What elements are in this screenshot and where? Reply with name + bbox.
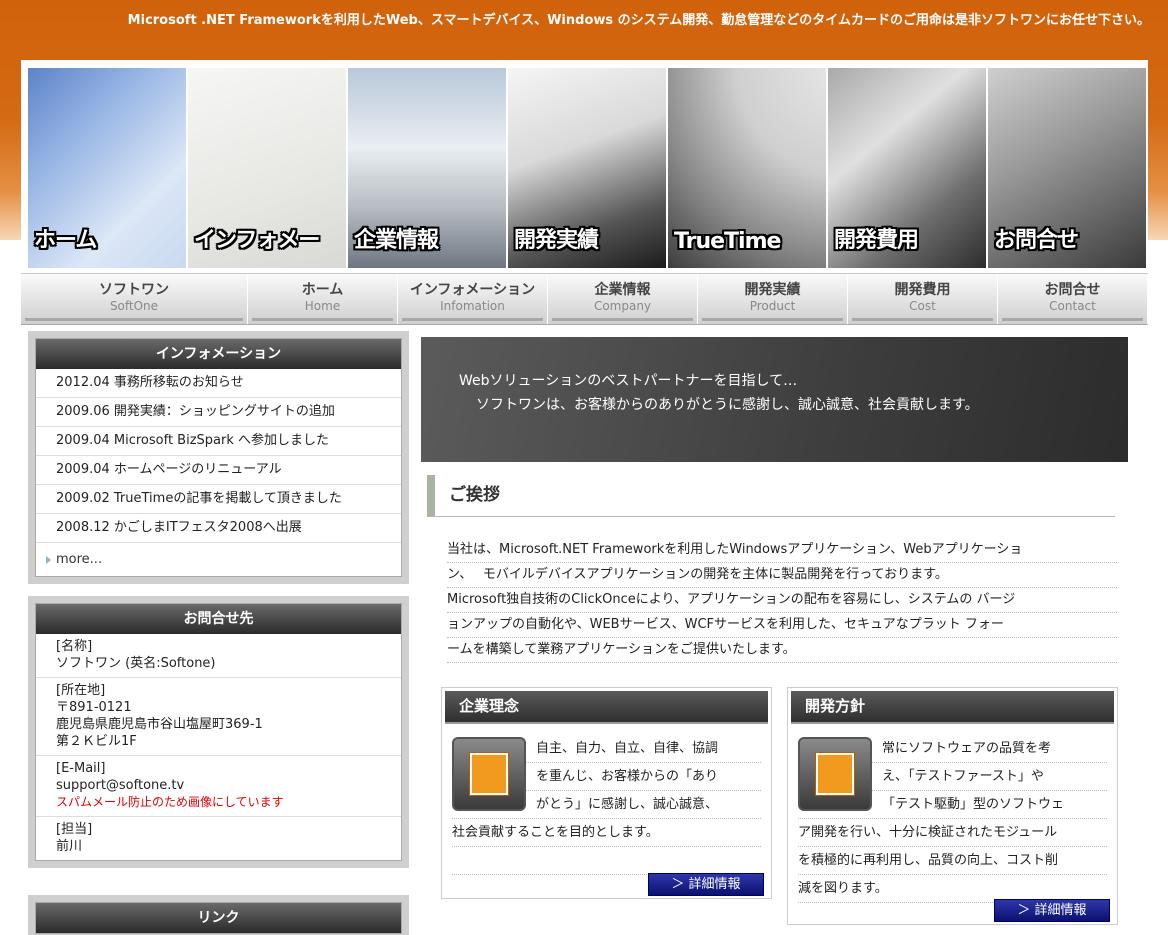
info-list-item[interactable]: 2009.04 ホームページのリニューアル (36, 456, 401, 485)
nav-sublabel: Contact (1049, 299, 1096, 313)
nav-item-home[interactable]: ホーム Home (248, 274, 398, 324)
banner-product[interactable]: 開発実績 (508, 68, 666, 268)
philosophy-detail-button[interactable]: ＞ 詳細情報 (648, 873, 764, 896)
house-icon (452, 737, 526, 811)
contact-person-value: 前川 (56, 839, 83, 854)
banner-home[interactable]: ホーム (28, 68, 186, 268)
house-icon-glyph (470, 753, 508, 795)
nav-sublabel: Company (593, 299, 652, 313)
card-line: を積極的に再利用し、品質の向上、コスト削 (798, 847, 1107, 875)
policy-card: 開発方針 常にソフトウェアの品質を考 え、「テストファースト」や 「テスト駆動」… (787, 687, 1118, 925)
nav-sublabel: Product (749, 299, 796, 313)
site-tagline: Microsoft .NET Frameworkを利用したWeb、スマートデバイ… (127, 13, 1150, 28)
document-icon (798, 737, 872, 811)
contact-address-line1: 鹿児島県鹿児島市谷山塩屋町369-1 (56, 717, 263, 732)
nav-item-product[interactable]: 開発実績 Product (698, 274, 848, 324)
nav-item-contact[interactable]: お問合せ Contact (998, 274, 1148, 324)
policy-detail-button[interactable]: ＞ 詳細情報 (994, 899, 1110, 922)
more-link[interactable]: more... (36, 543, 401, 576)
contact-email-label: [E-Mail] (56, 761, 106, 776)
policy-card-body: 常にソフトウェアの品質を考 え、「テストファースト」や 「テスト駆動」型のソフト… (788, 727, 1117, 903)
banner-truetime[interactable]: TrueTime (668, 68, 826, 268)
banner-cost[interactable]: 開発費用 (828, 68, 986, 268)
contact-name-label: [名称] (56, 639, 93, 654)
nav-label: 開発実績 (744, 282, 801, 298)
contact-person: [担当] 前川 (36, 817, 401, 860)
contact-email-image: support@softone.tv (56, 778, 185, 793)
nav-label: 企業情報 (594, 282, 651, 298)
info-list-item[interactable]: 2009.02 TrueTimeの記事を掲載して頂きました (36, 485, 401, 514)
contact-person-label: [担当] (56, 822, 93, 837)
contact-name: [名称] ソフトワン (英名:Softone) (36, 634, 401, 678)
contact-email: [E-Mail] support@softone.tv スパムメール防止のため画… (36, 756, 401, 817)
links-box: リンク (28, 895, 409, 935)
banner-label: 開発実績 (514, 228, 599, 253)
nav-label: お問合せ (1044, 282, 1101, 298)
card-line: ア開発を行い、十分に検証されたモジュール (798, 819, 1107, 847)
nav-sublabel: Cost (909, 299, 936, 313)
nav-item-cost[interactable]: 開発費用 Cost (848, 274, 998, 324)
banner-contact[interactable]: お問合せ (988, 68, 1146, 268)
greeting-line: ン、 モバイルデバイスアプリケーションの開発を主体に製品開発を行っております。 (447, 563, 1117, 588)
greeting-line: Microsoft独自技術のClickOnceにより、アプリケーションの配布を容… (447, 588, 1117, 613)
contact-box-inner: お問合せ先 [名称] ソフトワン (英名:Softone) [所在地] 〒891… (35, 603, 402, 861)
links-box-inner: リンク (35, 902, 402, 934)
image-banner: ホーム インフォメー 企業情報 開発実績 TrueTime 開発費用 お問合せ (28, 68, 1146, 268)
contact-box-title: お問合せ先 (36, 604, 401, 634)
nav-sublabel: Infomation (440, 299, 505, 313)
contact-zip: 〒891-0121 (56, 700, 132, 715)
contact-address-label: [所在地] (56, 683, 106, 698)
nav-item-company[interactable]: 企業情報 Company (548, 274, 698, 324)
banner-label: インフォメー (194, 228, 320, 253)
nav-label: ホーム (301, 282, 344, 298)
nav-sublabel: Home (304, 299, 341, 313)
banner-label: 開発費用 (834, 228, 919, 253)
nav-sublabel: SoftOne (109, 299, 159, 313)
contact-name-value: ソフトワン (英名:Softone) (56, 656, 216, 671)
banner-label: TrueTime (674, 229, 781, 254)
info-box-inner: インフォメーション 2012.04 事務所移転のお知らせ 2009.06 開発実… (35, 338, 402, 577)
nav-item-softone[interactable]: ソフトワン SoftOne (21, 274, 248, 324)
main-nav: ソフトワン SoftOne ホーム Home インフォメーション Infomat… (21, 273, 1148, 325)
greeting-text: 当社は、Microsoft.NET Frameworkを利用したWindowsア… (447, 538, 1117, 663)
hero-line-1: Webソリューションのベストパートナーを目指して… (459, 373, 798, 389)
banner-label: 企業情報 (354, 228, 439, 253)
nav-label: 開発費用 (894, 282, 951, 298)
policy-card-title: 開発方針 (791, 691, 1114, 724)
links-box-title: リンク (36, 903, 401, 933)
document-icon-glyph (816, 753, 854, 795)
nav-label: ソフトワン (99, 282, 169, 298)
info-box-title: インフォメーション (36, 339, 401, 369)
hero-line-2: ソフトワンは、お客様からのありがとうに感謝し、誠心誠意、社会貢献します。 (476, 397, 979, 413)
spam-note: スパムメール防止のため画像にしています (56, 795, 284, 809)
contact-address-line2: 第２Ｋビル1F (56, 734, 137, 749)
greeting-line: ョンアップの自動化や、WEBサービス、WCFサービスを利用した、セキュアなプラッ… (447, 613, 1117, 638)
info-list-item[interactable]: 2009.06 開発実績：ショッピングサイトの追加 (36, 398, 401, 427)
contact-address: [所在地] 〒891-0121 鹿児島県鹿児島市谷山塩屋町369-1 第２Ｋビル… (36, 678, 401, 756)
banner-info[interactable]: インフォメー (188, 68, 346, 268)
card-line-empty (452, 847, 761, 875)
info-list-item[interactable]: 2009.04 Microsoft BizSpark へ参加しました (36, 427, 401, 456)
nav-label: インフォメーション (409, 282, 536, 298)
nav-item-information[interactable]: インフォメーション Infomation (398, 274, 548, 324)
greeting-line: 当社は、Microsoft.NET Frameworkを利用したWindowsア… (447, 538, 1117, 563)
info-box: インフォメーション 2012.04 事務所移転のお知らせ 2009.06 開発実… (28, 331, 409, 584)
page-container: ホーム インフォメー 企業情報 開発実績 TrueTime 開発費用 お問合せ … (21, 60, 1148, 935)
hero-banner: Webソリューションのベストパートナーを目指して… ソフトワンは、お客様からのあ… (421, 337, 1128, 462)
contact-box: お問合せ先 [名称] ソフトワン (英名:Softone) [所在地] 〒891… (28, 596, 409, 868)
philosophy-card: 企業理念 自主、自力、自立、自律、協調 を重んじ、お客様からの「あり がとう」に… (441, 687, 772, 899)
banner-label: お問合せ (994, 228, 1079, 253)
banner-label: ホーム (34, 228, 97, 253)
banner-company[interactable]: 企業情報 (348, 68, 506, 268)
info-list-item[interactable]: 2008.12 かごしまITフェスタ2008へ出展 (36, 514, 401, 543)
card-line: 社会貢献することを目的とします。 (452, 819, 761, 847)
philosophy-card-body: 自主、自力、自立、自律、協調 を重んじ、お客様からの「あり がとう」に感謝し、誠… (442, 727, 771, 875)
info-list-item[interactable]: 2012.04 事務所移転のお知らせ (36, 369, 401, 398)
greeting-line: ームを構築して業務アプリケーションをご提供いたします。 (447, 638, 1117, 663)
philosophy-card-title: 企業理念 (445, 691, 768, 724)
greeting-title: ご挨拶 (427, 475, 1115, 517)
